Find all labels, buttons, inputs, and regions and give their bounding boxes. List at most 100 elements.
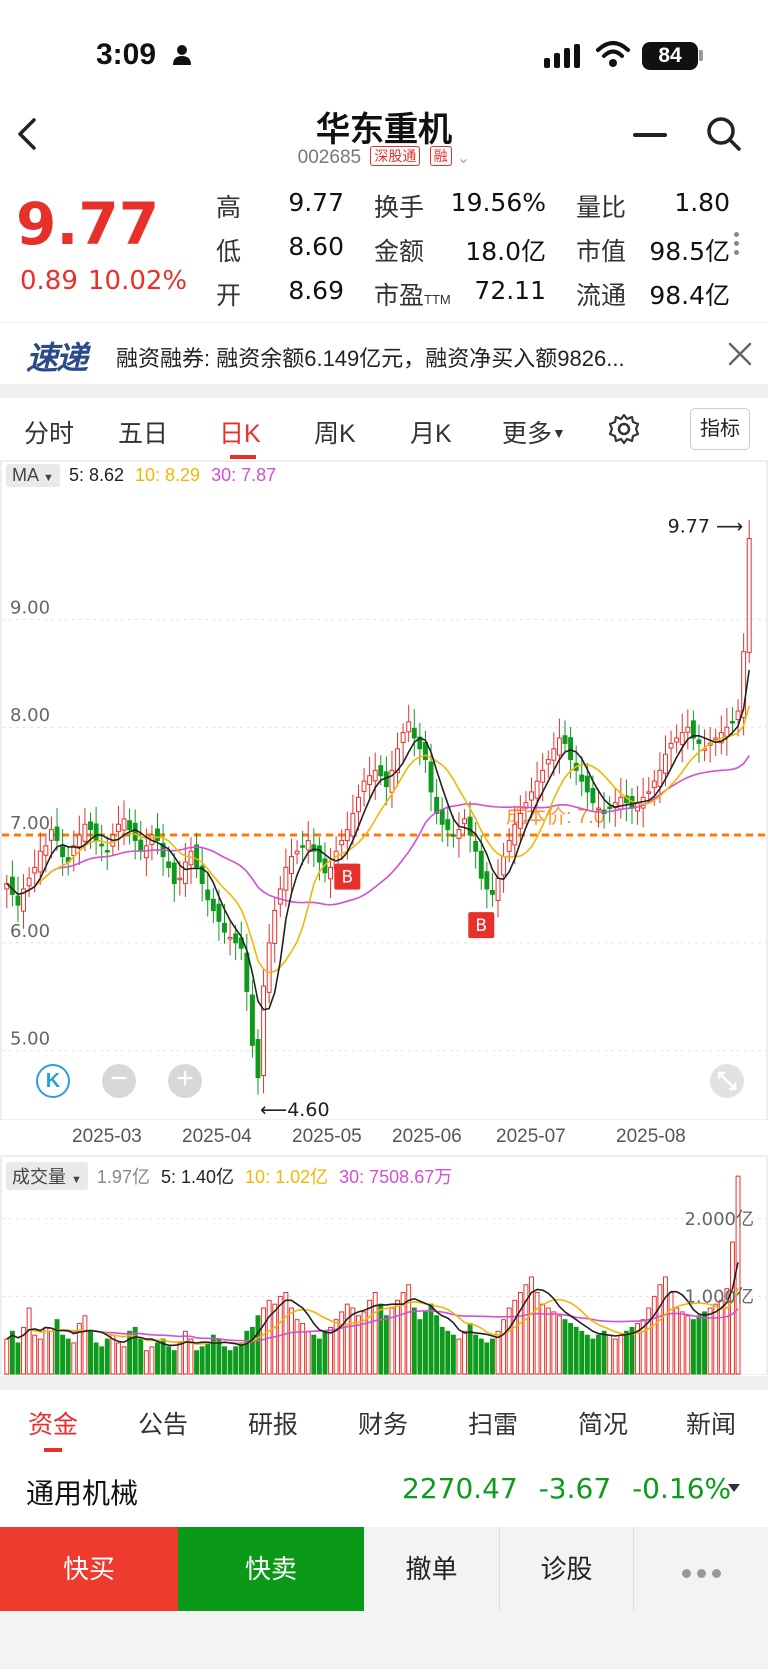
- kline-frame: [0, 460, 768, 1120]
- stock-name: 华东重机: [316, 111, 452, 149]
- candle-body: [177, 877, 183, 881]
- candle-body: [517, 812, 523, 829]
- quick-buy-button[interactable]: 快买: [0, 1527, 178, 1611]
- volume-bar: [37, 1338, 43, 1375]
- minus-icon[interactable]: [633, 133, 667, 137]
- volume-tick-label: 2.000亿: [684, 1209, 754, 1230]
- volume-bar: [15, 1342, 21, 1375]
- volume-bar: [4, 1338, 10, 1375]
- ma-selector[interactable]: MA ▼: [6, 464, 60, 487]
- tab-weekly-k[interactable]: 周K: [314, 414, 356, 450]
- caret-down-icon[interactable]: [728, 1484, 740, 1492]
- candle-body: [339, 839, 345, 846]
- zoom-out-button[interactable]: −: [102, 1064, 136, 1098]
- tab-five-day[interactable]: 五日: [118, 414, 168, 450]
- tab-more[interactable]: 更多▼: [502, 414, 566, 450]
- volume-bar: [182, 1330, 188, 1375]
- x-label-may: 2025-05: [292, 1126, 362, 1147]
- candle-body: [467, 816, 473, 836]
- indicator-button[interactable]: 指标: [690, 408, 750, 450]
- candle-body: [556, 737, 562, 756]
- zoom-in-button[interactable]: +: [168, 1064, 202, 1098]
- y-tick-label: 8.00: [10, 705, 50, 726]
- candle-body: [104, 850, 110, 853]
- candle-body: [462, 818, 467, 825]
- volume-bar: [506, 1307, 512, 1375]
- signal-icon: [544, 44, 580, 68]
- tab-daily-k[interactable]: 日K: [219, 414, 261, 450]
- min-price-label: ⟵4.60: [260, 1099, 330, 1120]
- news-text[interactable]: 融资融券: 融资余额6.149亿元，融资净买入额9826...: [116, 341, 625, 373]
- volume-bar: [316, 1338, 322, 1375]
- volume-bar: [534, 1292, 540, 1375]
- chevron-down-icon[interactable]: ⌄: [457, 150, 470, 167]
- volume-bar: [289, 1307, 294, 1375]
- volume-bar: [679, 1311, 685, 1375]
- volume-bar: [350, 1307, 356, 1375]
- volume-bar: [568, 1323, 574, 1375]
- vol-ma10-label: 10: 1.02亿: [245, 1167, 329, 1187]
- volume-bar: [344, 1303, 350, 1375]
- tab-announcements[interactable]: 公告: [138, 1405, 188, 1441]
- volume-bar: [623, 1330, 629, 1375]
- candle-body: [679, 732, 685, 745]
- y-tick-label: 9.00: [10, 597, 50, 618]
- tag-margin: 融: [429, 146, 452, 166]
- more-vertical-icon[interactable]: [734, 232, 740, 259]
- expand-icon[interactable]: [710, 1064, 744, 1098]
- candle-body: [277, 888, 283, 905]
- tab-monthly-k[interactable]: 月K: [410, 414, 452, 450]
- y-tick-label: 7.00: [10, 813, 50, 834]
- quick-sell-button[interactable]: 快卖: [178, 1527, 364, 1611]
- volume-selector[interactable]: 成交量 ▼: [6, 1162, 88, 1190]
- value-open: 8.69: [288, 276, 344, 305]
- volume-bar: [718, 1299, 724, 1375]
- candle-body: [584, 775, 590, 793]
- volume-bar: [322, 1330, 328, 1375]
- tab-intraday[interactable]: 分时: [24, 414, 74, 450]
- kline-chart[interactable]: 9.008.007.006.005.00 成本价: 7.0 BB9.77 ⟶⟵4…: [0, 460, 768, 1120]
- industry-name[interactable]: 通用机械: [26, 1472, 138, 1512]
- volume-bar: [663, 1276, 668, 1375]
- label-volume-ratio: 量比: [576, 194, 627, 222]
- industry-change: -3.67: [538, 1472, 612, 1505]
- cancel-order-button[interactable]: 撤单: [364, 1527, 500, 1611]
- candle-body: [143, 845, 149, 859]
- candle-body: [579, 774, 585, 782]
- tab-research[interactable]: 研报: [248, 1405, 298, 1441]
- ma-legend: MA ▼ 5: 8.62 10: 8.29 30: 7.87: [6, 464, 276, 487]
- tag-shenzhen-connect: 深股通: [370, 146, 421, 166]
- industry-quote[interactable]: 2270.47 -3.67 -0.16%: [402, 1472, 731, 1505]
- volume-bar: [222, 1346, 227, 1375]
- volume-bar: [383, 1315, 389, 1375]
- tab-profile[interactable]: 简况: [578, 1405, 628, 1441]
- volume-bar: [333, 1319, 339, 1375]
- volume-bar: [545, 1307, 551, 1375]
- value-market-cap: 98.5亿: [649, 237, 730, 266]
- volume-bar: [657, 1284, 663, 1375]
- y-tick-label: 5.00: [10, 1029, 50, 1050]
- k-icon[interactable]: K: [36, 1064, 70, 1098]
- gear-icon[interactable]: [608, 413, 640, 445]
- more-actions-button[interactable]: [634, 1527, 768, 1611]
- tab-financials[interactable]: 财务: [358, 1405, 408, 1441]
- volume-bar: [517, 1292, 523, 1375]
- label-open: 开: [216, 282, 242, 310]
- candle-body: [674, 737, 680, 743]
- tab-funds[interactable]: 资金: [28, 1405, 78, 1441]
- volume-bar: [155, 1342, 160, 1375]
- volume-bar: [138, 1338, 144, 1375]
- tab-risk-scan[interactable]: 扫雷: [468, 1405, 518, 1441]
- candle-body: [249, 994, 255, 1046]
- volume-bar: [166, 1346, 172, 1375]
- ma-selector-label: MA: [12, 465, 39, 485]
- close-icon[interactable]: [728, 342, 752, 366]
- volume-bar: [294, 1319, 300, 1375]
- volume-tick-label: 1.000亿: [684, 1286, 754, 1307]
- candle-body: [372, 769, 378, 782]
- diagnose-button[interactable]: 诊股: [500, 1527, 634, 1611]
- candle-body: [182, 861, 188, 885]
- search-icon[interactable]: [706, 116, 742, 152]
- candle-body: [512, 823, 518, 846]
- tab-news[interactable]: 新闻: [686, 1405, 736, 1441]
